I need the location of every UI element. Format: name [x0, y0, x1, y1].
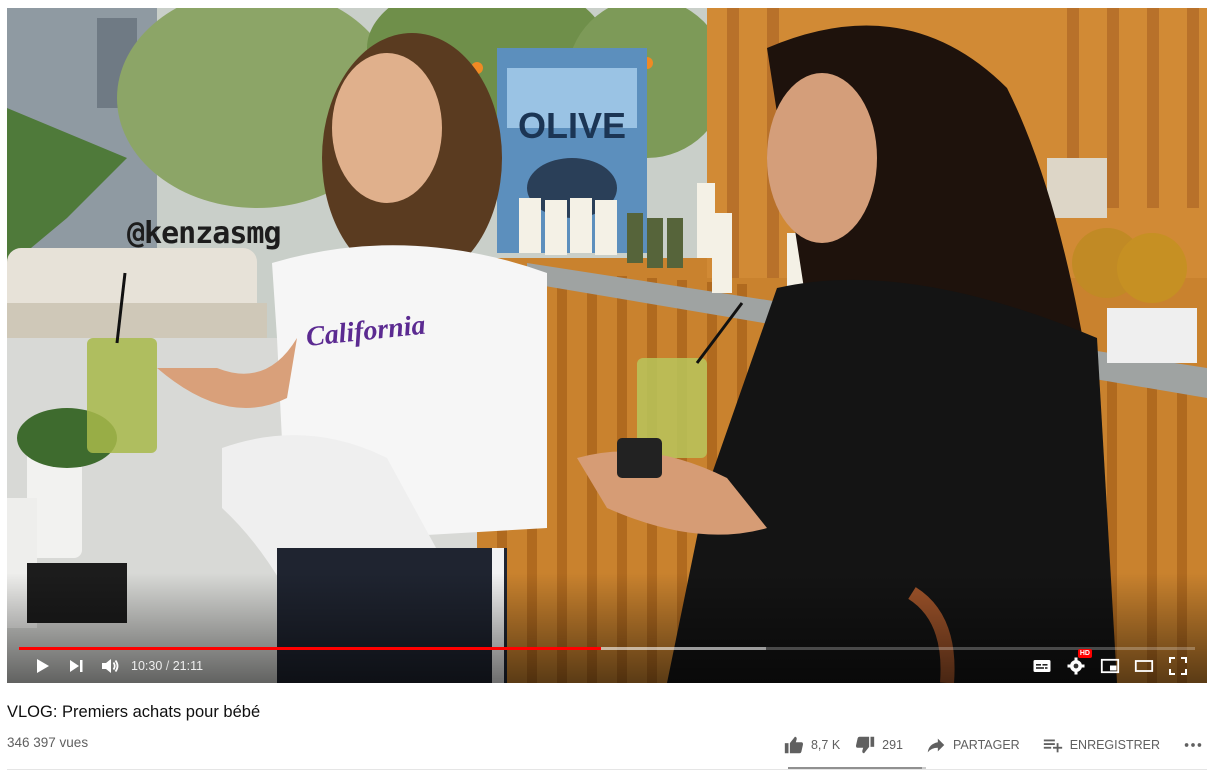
thumbs-down-icon [856, 736, 875, 754]
divider [7, 769, 1207, 770]
volume-button[interactable] [93, 651, 127, 681]
next-button[interactable] [59, 651, 93, 681]
hd-badge: HD [1077, 649, 1092, 658]
subtitles-icon [1033, 660, 1051, 672]
save-button[interactable]: ENREGISTRER [1042, 734, 1160, 756]
fullscreen-icon [1169, 657, 1187, 675]
time-separator: / [165, 659, 170, 673]
creator-watermark: @kenzasmg [127, 216, 282, 251]
subtitles-button[interactable] [1025, 651, 1059, 681]
settings-button[interactable]: HD [1059, 649, 1093, 681]
settings-gear-icon [1067, 657, 1085, 675]
miniplayer-icon [1100, 658, 1120, 674]
thumbs-up-icon [784, 736, 803, 754]
time-current: 10:30 [131, 659, 163, 673]
add-to-playlist-icon [1043, 739, 1062, 753]
svg-text:OLIVE: OLIVE [518, 105, 626, 146]
dislike-count: 291 [882, 738, 904, 752]
play-icon [37, 659, 49, 673]
more-horizontal-icon [1184, 743, 1202, 747]
volume-icon [102, 659, 119, 673]
share-label: PARTAGER [953, 738, 1020, 752]
miniplayer-button[interactable] [1093, 651, 1127, 681]
more-actions-button[interactable] [1182, 734, 1204, 756]
video-player[interactable]: OLIVE California @kenzasmg 10:30 / 21:11… [7, 8, 1207, 683]
view-count: 346 397 vues [7, 735, 89, 750]
dislike-button[interactable]: 291 [854, 734, 903, 756]
theater-mode-icon [1134, 660, 1154, 672]
player-controls: 10:30 / 21:11 HD [7, 649, 1207, 683]
theater-mode-button[interactable] [1127, 651, 1161, 681]
time-display: 10:30 / 21:11 [131, 659, 203, 673]
like-button[interactable]: 8,7 K [783, 734, 840, 756]
like-count: 8,7 K [810, 738, 841, 752]
video-actions: 8,7 K 291 PARTAGER ENREGISTRER [783, 729, 1204, 761]
video-title: VLOG: Premiers achats pour bébé [7, 703, 261, 721]
play-button[interactable] [25, 651, 59, 681]
share-arrow-icon [927, 738, 945, 753]
time-total: 21:11 [172, 659, 204, 673]
share-button[interactable]: PARTAGER [925, 734, 1020, 756]
next-icon [70, 660, 83, 672]
save-label: ENREGISTRER [1069, 738, 1160, 752]
fullscreen-button[interactable] [1161, 651, 1195, 681]
